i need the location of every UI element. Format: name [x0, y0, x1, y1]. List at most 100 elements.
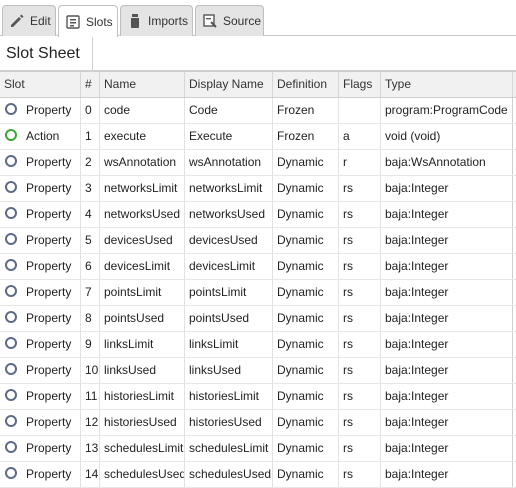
slots-icon: [65, 14, 81, 30]
slot-index: 7: [81, 280, 100, 305]
slot-definition: Dynamic: [273, 176, 339, 201]
slot-index: 8: [81, 306, 100, 331]
table-row[interactable]: Property 6 devicesLimit devicesLimit Dynamic…: [0, 254, 516, 280]
slot-index: 0: [81, 98, 100, 123]
slot-flags: rs: [339, 280, 381, 305]
slot-definition: Frozen: [273, 124, 339, 149]
table-row[interactable]: Property 5 devicesUsed devicesUsed Dynamic rs…: [0, 228, 516, 254]
slot-definition: Dynamic: [273, 332, 339, 357]
slot-kind: Property: [26, 259, 72, 273]
slot-flags: rs: [339, 202, 381, 227]
slot-name: networksLimit: [100, 176, 185, 201]
source-icon: [202, 13, 218, 29]
slot-kind: Property: [26, 467, 72, 481]
slot-kind: Property: [26, 441, 72, 455]
table-row[interactable]: Property 2 wsAnnotation wsAnnotation Dynamic…: [0, 150, 516, 176]
slot-cell: Property: [0, 358, 81, 383]
tab-slots[interactable]: Slots: [58, 5, 118, 37]
slot-name: historiesUsed: [100, 410, 185, 435]
slot-name: wsAnnotation: [100, 150, 185, 175]
table-header-row: Slot # Name Display Name Definition Flag…: [0, 72, 516, 98]
slot-flags: rs: [339, 254, 381, 279]
slot-display-name: schedulesUsed: [185, 462, 273, 487]
property-icon: [5, 181, 17, 193]
slot-flags: rs: [339, 462, 381, 487]
slot-flags: rs: [339, 436, 381, 461]
tab-imports[interactable]: Imports: [120, 5, 193, 36]
slot-index: 9: [81, 332, 100, 357]
column-header-name[interactable]: Name: [100, 72, 185, 97]
slot-definition: Dynamic: [273, 358, 339, 383]
table-row[interactable]: Action 1 execute Execute Frozen a void (void): [0, 124, 516, 150]
property-icon: [5, 155, 17, 167]
column-header-definition[interactable]: Definition: [273, 72, 339, 97]
slot-cell: Property: [0, 202, 81, 227]
slot-index: 11: [81, 384, 100, 409]
slot-display-name: Code: [185, 98, 273, 123]
slot-definition: Dynamic: [273, 228, 339, 253]
slot-kind: Property: [26, 311, 72, 325]
column-header-type[interactable]: Type: [381, 72, 513, 97]
property-icon: [5, 467, 17, 479]
slot-name: networksUsed: [100, 202, 185, 227]
table-row[interactable]: Property 10 linksUsed linksUsed Dynamic rs baj…: [0, 358, 516, 384]
slot-cell: Property: [0, 280, 81, 305]
slot-display-name: pointsLimit: [185, 280, 273, 305]
table-row[interactable]: Property 3 networksLimit networksLimit Dynam…: [0, 176, 516, 202]
slot-flags: rs: [339, 176, 381, 201]
table-row[interactable]: Property 12 historiesUsed historiesUsed Dyna…: [0, 410, 516, 436]
slot-display-name: devicesUsed: [185, 228, 273, 253]
table-row[interactable]: Property 9 linksLimit linksLimit Dynamic rs ba…: [0, 332, 516, 358]
slot-flags: r: [339, 150, 381, 175]
slot-name: schedulesLimit: [100, 436, 185, 461]
slot-flags: rs: [339, 410, 381, 435]
slot-index: 4: [81, 202, 100, 227]
slot-name: linksLimit: [100, 332, 185, 357]
property-icon: [5, 103, 17, 115]
slot-display-name: linksLimit: [185, 332, 273, 357]
property-icon: [5, 441, 17, 453]
pencil-icon: [9, 13, 25, 29]
slot-flags: a: [339, 124, 381, 149]
slot-flags: rs: [339, 228, 381, 253]
slot-type: void (void): [381, 124, 513, 149]
slot-definition: Dynamic: [273, 462, 339, 487]
slot-cell: Property: [0, 462, 81, 487]
table-row[interactable]: Property 0 code Code Frozen program:ProgramCo…: [0, 98, 516, 124]
slot-definition: Frozen: [273, 98, 339, 123]
slot-display-name: schedulesLimit: [185, 436, 273, 461]
tab-source[interactable]: Source: [195, 5, 264, 36]
table-row[interactable]: Property 13 schedulesLimit schedulesLimit Dy…: [0, 436, 516, 462]
slot-definition: Dynamic: [273, 436, 339, 461]
slot-cell: Property: [0, 384, 81, 409]
slot-name: schedulesUsed: [100, 462, 185, 487]
table-row[interactable]: Property 11 historiesLimit historiesLimit Dy…: [0, 384, 516, 410]
table-row[interactable]: Property 7 pointsLimit pointsLimit Dynamic rs…: [0, 280, 516, 306]
slot-definition: Dynamic: [273, 306, 339, 331]
slot-kind: Property: [26, 181, 72, 195]
slot-definition: Dynamic: [273, 202, 339, 227]
table-row[interactable]: Property 8 pointsUsed pointsUsed Dynamic rs ba…: [0, 306, 516, 332]
slot-cell: Property: [0, 332, 81, 357]
table-row[interactable]: Property 4 networksUsed networksUsed Dynamic…: [0, 202, 516, 228]
slot-definition: Dynamic: [273, 410, 339, 435]
slot-index: 14: [81, 462, 100, 487]
slot-cell: Property: [0, 176, 81, 201]
slot-type: baja:Integer: [381, 332, 513, 357]
property-icon: [5, 285, 17, 297]
property-icon: [5, 363, 17, 375]
slot-type: baja:Integer: [381, 228, 513, 253]
slot-display-name: pointsUsed: [185, 306, 273, 331]
column-header-slot[interactable]: Slot: [0, 72, 81, 97]
slot-flags: rs: [339, 306, 381, 331]
slot-display-name: Execute: [185, 124, 273, 149]
column-header-display-name[interactable]: Display Name: [185, 72, 273, 97]
slot-type: baja:Integer: [381, 254, 513, 279]
tab-edit[interactable]: Edit: [2, 5, 56, 36]
column-header-flags[interactable]: Flags: [339, 72, 381, 97]
slot-index: 10: [81, 358, 100, 383]
table-row[interactable]: Property 14 schedulesUsed schedulesUsed Dyna…: [0, 462, 516, 488]
property-icon: [5, 233, 17, 245]
column-header-index[interactable]: #: [81, 72, 100, 97]
slot-type: baja:Integer: [381, 306, 513, 331]
